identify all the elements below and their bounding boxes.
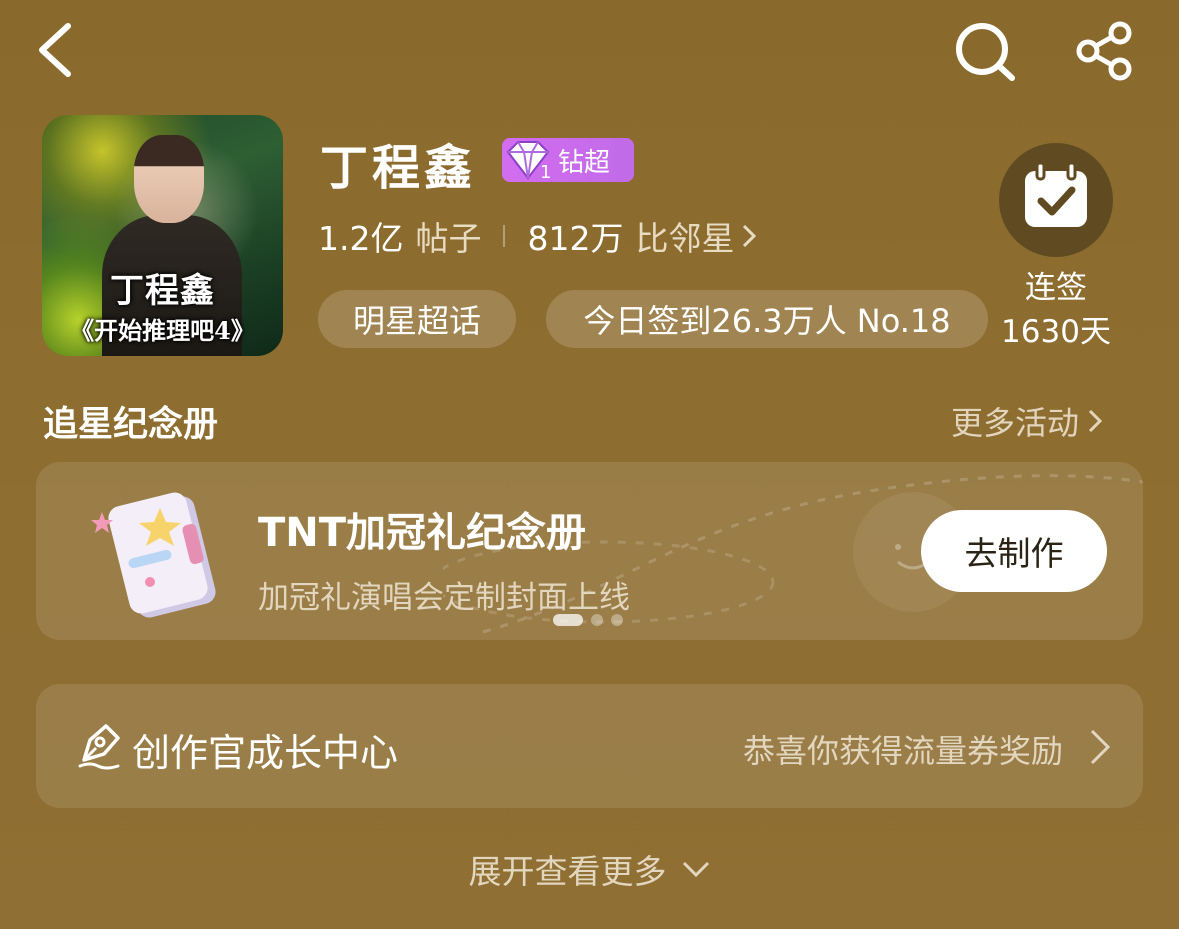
topic-name: 丁程鑫 [320,140,477,196]
stats-divider [503,225,506,247]
more-activities-link[interactable]: 更多活动 [951,398,1103,444]
tier-level-number: 1 [540,162,551,182]
checkin-days: 1630天 [1001,314,1111,350]
posts-unit: 帖子 [415,219,482,258]
cover-show-text: 《开始推理吧4》 [70,316,255,345]
creator-center-title: 创作官成长中心 [132,731,399,775]
expand-more-label[interactable]: 展开查看更多 [469,845,667,893]
memorial-section-title: 追星纪念册 [43,405,219,445]
search-icon[interactable] [950,20,1020,82]
checkin-label: 连签 [1025,270,1087,306]
posts-count: 1.2亿 [318,219,404,258]
chevron-right-icon [1088,409,1103,433]
chevron-right-icon [1090,729,1111,765]
creator-center-row[interactable]: 创作官成长中心 恭喜你获得流量券奖励 [36,684,1143,808]
create-memorial-button[interactable]: 去制作 [921,510,1107,592]
cover-figure-face [134,135,204,223]
pen-edit-icon [78,724,120,770]
memorial-card-title: TNT加冠礼纪念册 [258,510,587,556]
share-icon[interactable] [1070,20,1140,82]
topic-stats: 1.2亿 帖子 812万 比邻星 [318,210,758,262]
memorial-card[interactable]: TNT加冠礼纪念册 加冠礼演唱会定制封面上线 去制作 [36,462,1143,640]
checkin-button[interactable] [999,143,1113,257]
fans-count[interactable]: 812万 [527,212,623,260]
fans-unit[interactable]: 比邻星 [635,212,734,260]
creator-center-note: 恭喜你获得流量券奖励 [742,732,1063,770]
calendar-check-icon [1025,161,1087,227]
carousel-dot-active [553,614,583,626]
expand-more-link[interactable]: 展开查看更多 [0,845,1179,893]
carousel-dot [591,614,603,626]
topic-cover-image[interactable]: 丁程鑫 《开始推理吧4》 [42,115,283,356]
memorial-album-icon [91,492,216,618]
checkin-streak: 连签 1630天 [980,266,1132,354]
cover-name-text: 丁程鑫 [110,271,215,311]
chevron-down-icon [682,861,709,878]
chevron-right-icon[interactable] [740,222,758,250]
back-chevron-left-icon[interactable] [30,20,90,80]
carousel-dot [611,614,623,626]
more-activities-label[interactable]: 更多活动 [951,398,1079,444]
tier-label: 钻超 [558,147,611,178]
memorial-card-subtitle: 加冠礼演唱会定制封面上线 [258,580,630,616]
carousel-indicator [553,614,623,626]
checkin-rank-chip[interactable]: 今日签到26.3万人 No.18 [546,290,988,348]
diamond-icon: 1 [506,141,551,182]
tier-badge[interactable]: 1 钻超 [502,138,634,182]
topic-type-chip[interactable]: 明星超话 [318,290,516,348]
